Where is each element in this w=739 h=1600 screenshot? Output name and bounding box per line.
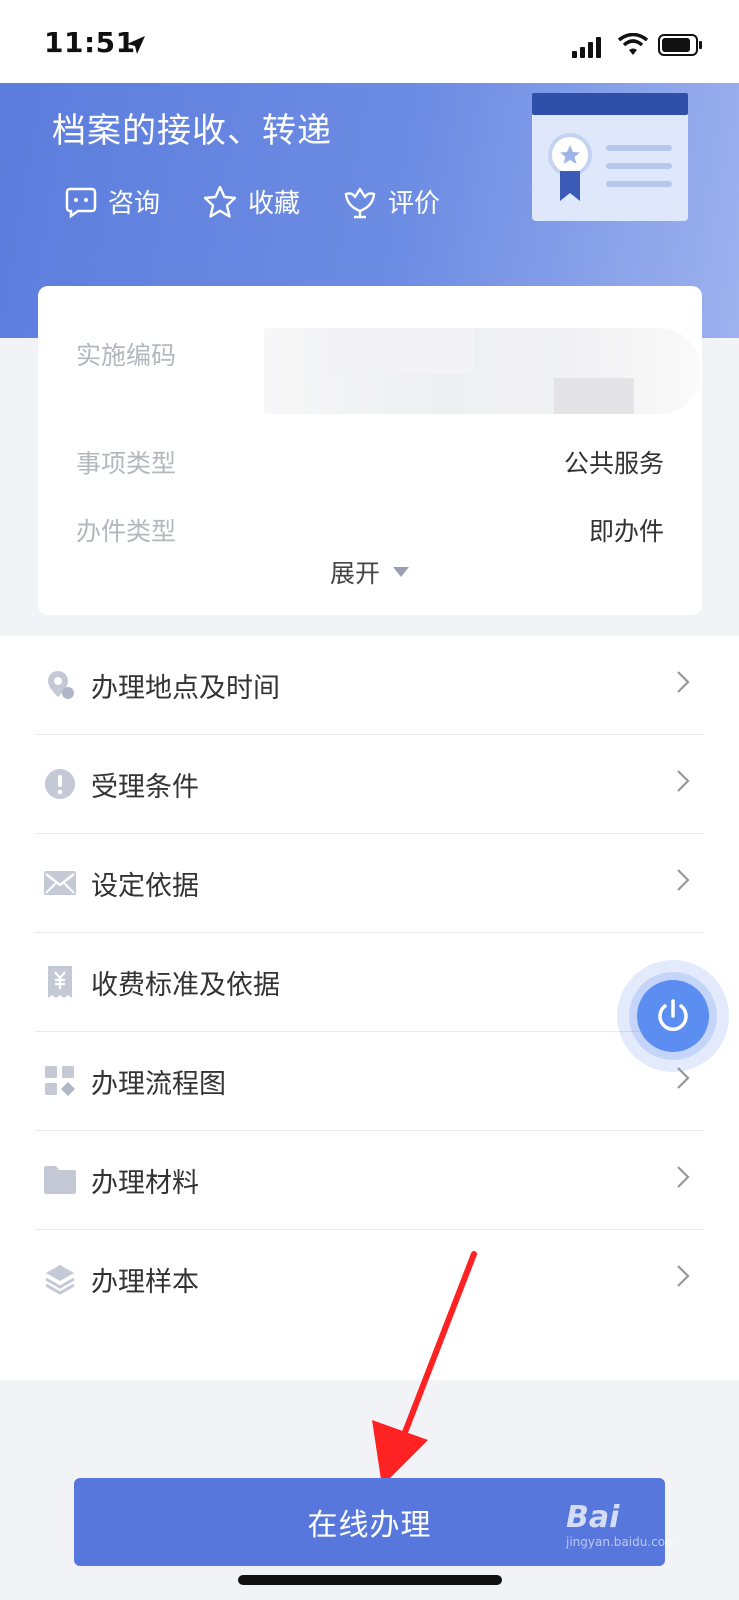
menu-item-flowchart[interactable]: 办理流程图 bbox=[35, 1032, 704, 1131]
consult-button[interactable]: 咨询 bbox=[64, 183, 160, 220]
grid-icon bbox=[43, 1064, 77, 1098]
redacted-code-mask bbox=[264, 328, 700, 414]
layers-icon bbox=[43, 1262, 77, 1296]
star-icon bbox=[203, 185, 237, 218]
expand-label: 展开 bbox=[329, 559, 380, 588]
expand-button[interactable]: 展开 bbox=[38, 554, 702, 590]
menu-item-conditions[interactable]: 受理条件 bbox=[35, 735, 704, 834]
menu-item-label: 收费标准及依据 bbox=[91, 969, 280, 1001]
info-label: 实施编码 bbox=[76, 341, 177, 370]
menu-item-label: 办理地点及时间 bbox=[91, 672, 280, 704]
chat-icon bbox=[65, 187, 97, 218]
status-bar: 11:51 bbox=[0, 0, 739, 83]
item-info-card: 实施编码 事项类型 公共服务 办件类型 即办件 展开 bbox=[38, 286, 702, 615]
menu-item-label: 受理条件 bbox=[91, 771, 199, 803]
battery-icon bbox=[658, 34, 702, 56]
annotation-arrow-icon bbox=[372, 1251, 477, 1486]
watermark-sub: jingyan.baidu.com bbox=[566, 1535, 677, 1549]
envelope-icon bbox=[43, 866, 77, 900]
consult-label: 咨询 bbox=[108, 189, 161, 219]
menu-item-label: 办理流程图 bbox=[91, 1068, 226, 1100]
chevron-right-icon bbox=[677, 1265, 690, 1287]
favorite-button[interactable]: 收藏 bbox=[202, 183, 300, 220]
favorite-label: 收藏 bbox=[248, 189, 301, 219]
evaluate-label: 评价 bbox=[388, 189, 441, 219]
chevron-right-icon bbox=[677, 770, 690, 792]
caret-down-icon bbox=[393, 567, 409, 577]
menu-item-label: 办理材料 bbox=[91, 1167, 199, 1199]
menu-item-fees[interactable]: 收费标准及依据 bbox=[35, 933, 704, 1032]
info-value: 即办件 bbox=[588, 517, 664, 546]
info-label: 事项类型 bbox=[76, 449, 177, 478]
evaluate-icon bbox=[344, 187, 376, 218]
page-title: 档案的接收、转递 bbox=[52, 111, 332, 151]
power-icon bbox=[658, 999, 688, 1031]
exclamation-icon bbox=[43, 767, 77, 801]
info-value: 公共服务 bbox=[563, 449, 664, 478]
watermark-logo: Bai jingyan.baidu.com bbox=[566, 1500, 677, 1549]
chevron-right-icon bbox=[677, 671, 690, 693]
cellular-signal-icon bbox=[572, 37, 601, 58]
wifi-icon bbox=[618, 33, 648, 55]
folder-icon bbox=[43, 1163, 77, 1197]
menu-item-label: 设定依据 bbox=[91, 870, 199, 902]
info-row-case-type: 办件类型 即办件 bbox=[76, 512, 664, 548]
menu-item-location-time[interactable]: 办理地点及时间 bbox=[35, 636, 704, 735]
location-arrow-icon bbox=[127, 36, 145, 54]
menu-item-label: 办理样本 bbox=[91, 1266, 199, 1298]
watermark-text: Bai bbox=[566, 1500, 620, 1535]
chevron-right-icon bbox=[677, 1166, 690, 1188]
menu-item-materials[interactable]: 办理材料 bbox=[35, 1131, 704, 1230]
location-icon bbox=[43, 668, 77, 702]
floating-power-button[interactable] bbox=[617, 960, 729, 1072]
certificate-illustration-icon bbox=[532, 93, 688, 221]
chevron-right-icon bbox=[677, 869, 690, 891]
header-actions: 咨询 收藏 评价 bbox=[64, 183, 440, 220]
info-label: 办件类型 bbox=[76, 517, 177, 546]
status-time: 11:51 bbox=[44, 26, 136, 59]
yuan-receipt-icon bbox=[43, 965, 77, 999]
home-indicator[interactable] bbox=[238, 1575, 502, 1585]
info-row-type: 事项类型 公共服务 bbox=[76, 444, 664, 480]
menu-item-basis[interactable]: 设定依据 bbox=[35, 834, 704, 933]
evaluate-button[interactable]: 评价 bbox=[342, 183, 440, 220]
